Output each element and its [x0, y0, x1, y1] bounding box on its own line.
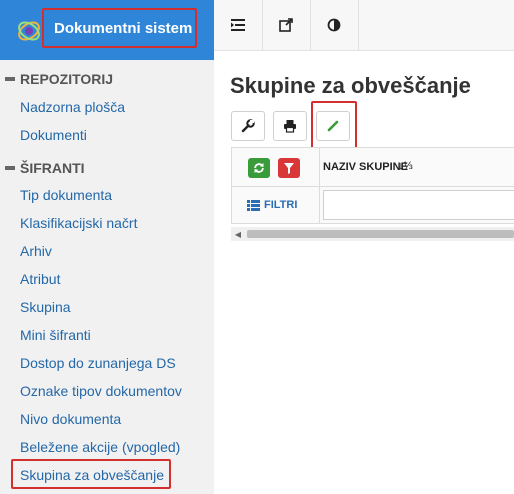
sidebar-item-dokumenti[interactable]: Dokumenti [20, 127, 87, 143]
filters-label: FILTRI [264, 199, 298, 211]
highlight-frame [42, 8, 197, 48]
sidebar-item-klasifikacijski-nacrt[interactable]: Klasifikacijski načrt [20, 215, 137, 231]
row-divider [232, 186, 514, 187]
sidebar-item-belezene-akcije[interactable]: Beležene akcije (vpogled) [20, 439, 180, 455]
sidebar-item-dostop-do-zunanjega-ds[interactable]: Dostop do zunanjega DS [20, 355, 176, 371]
horizontal-scrollbar[interactable]: ◀ [231, 227, 514, 241]
contrast-button[interactable] [310, 0, 359, 50]
external-link-button[interactable] [262, 0, 311, 50]
name-filter-input[interactable] [323, 190, 514, 220]
page-title: Skupine za obveščanje [230, 73, 471, 98]
top-toolbar [214, 0, 514, 51]
scroll-thumb[interactable] [247, 230, 514, 238]
filter-icon [284, 162, 294, 174]
menu-toggle-icon [231, 19, 245, 31]
sidebar-item-skupina[interactable]: Skupina [20, 299, 71, 315]
external-link-icon [279, 18, 293, 32]
column-header-naziv-skupine[interactable]: NAZIV SKUPINE [323, 161, 408, 173]
section-header-repozitorij[interactable]: REPOZITORIJ [5, 71, 113, 87]
highlight-frame [311, 101, 357, 150]
section-label: REPOZITORIJ [20, 71, 114, 87]
wrench-icon [241, 119, 255, 133]
clear-filter-button[interactable] [278, 158, 300, 178]
print-icon [284, 120, 296, 133]
menu-toggle-button[interactable] [214, 0, 263, 50]
sidebar-item-nivo-dokumenta[interactable]: Nivo dokumenta [20, 411, 121, 427]
sidebar-item-nadzorna-plosca[interactable]: Nadzorna plošča [20, 99, 125, 115]
sidebar-item-tip-dokumenta[interactable]: Tip dokumenta [20, 187, 112, 203]
collapse-icon [5, 77, 15, 81]
section-label: ŠIFRANTI [20, 160, 85, 176]
collapse-icon [5, 166, 15, 170]
data-grid: NAZIV SKUPINE ↓⅓ FILTRI [231, 147, 514, 224]
section-header-sifranti[interactable]: ŠIFRANTI [5, 160, 85, 176]
refresh-icon [254, 163, 264, 173]
sidebar-item-atribut[interactable]: Atribut [20, 271, 60, 287]
sidebar-item-arhiv[interactable]: Arhiv [20, 243, 52, 259]
settings-button[interactable] [231, 111, 265, 141]
scroll-left-icon[interactable]: ◀ [231, 227, 245, 241]
contrast-icon [327, 18, 341, 32]
sidebar-item-mini-sifranti[interactable]: Mini šifranti [20, 327, 91, 343]
highlight-frame [11, 459, 171, 489]
sidebar-item-oznake-tipov-dokumentov[interactable]: Oznake tipov dokumentov [20, 383, 182, 399]
logo-icon [18, 21, 40, 41]
print-button[interactable] [273, 111, 307, 141]
filters-toggle[interactable]: FILTRI [247, 199, 297, 211]
refresh-button[interactable] [248, 158, 270, 178]
list-icon [247, 199, 260, 211]
sort-icon[interactable]: ↓⅓ [398, 160, 413, 172]
